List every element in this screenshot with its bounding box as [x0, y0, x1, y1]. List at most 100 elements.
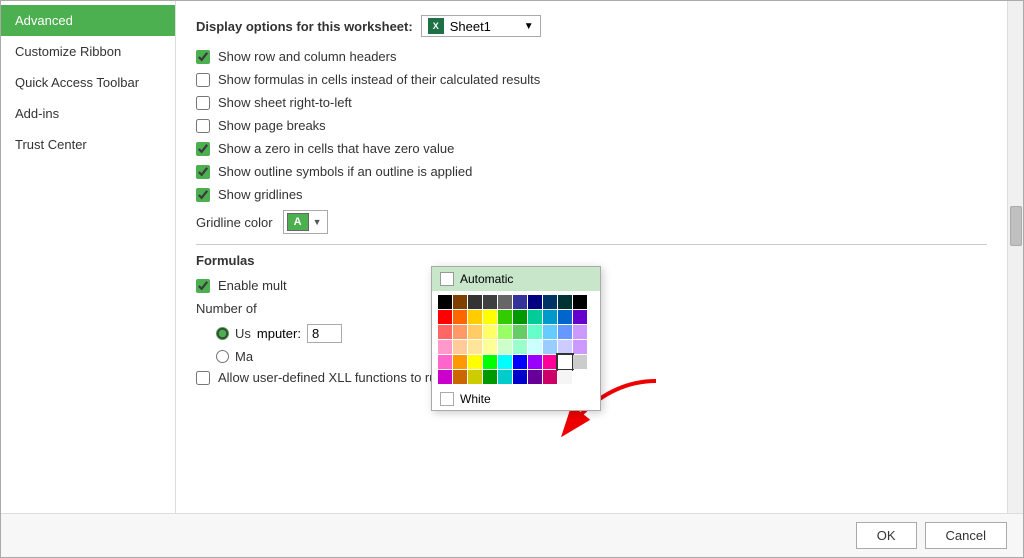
- gridline-color-picker-button[interactable]: A ▼: [283, 210, 328, 234]
- color-cell[interactable]: [483, 295, 497, 309]
- dialog-body: Advanced Customize Ribbon Quick Access T…: [1, 1, 1023, 513]
- label-page-breaks[interactable]: Show page breaks: [218, 118, 326, 133]
- color-cell[interactable]: [483, 355, 497, 369]
- label-zero-cells[interactable]: Show a zero in cells that have zero valu…: [218, 141, 454, 156]
- ok-button[interactable]: OK: [856, 522, 917, 549]
- color-cell[interactable]: [498, 355, 512, 369]
- color-cell[interactable]: [513, 355, 527, 369]
- checkbox-row-col-headers[interactable]: [196, 50, 210, 64]
- color-cell[interactable]: [453, 340, 467, 354]
- cancel-button[interactable]: Cancel: [925, 522, 1007, 549]
- checkbox-enable-multi[interactable]: [196, 279, 210, 293]
- color-picker-popup[interactable]: Automatic White: [431, 266, 601, 411]
- color-cell[interactable]: [483, 325, 497, 339]
- sheet-dropdown[interactable]: X Sheet1 ▼: [421, 15, 541, 37]
- color-cell[interactable]: [498, 295, 512, 309]
- color-cell[interactable]: [558, 340, 572, 354]
- color-cell[interactable]: [513, 370, 527, 384]
- automatic-swatch: [440, 272, 454, 286]
- color-cell[interactable]: [543, 310, 557, 324]
- color-cell[interactable]: [513, 325, 527, 339]
- color-cell[interactable]: [483, 370, 497, 384]
- color-cell[interactable]: [468, 340, 482, 354]
- computer-count-input[interactable]: [307, 324, 342, 343]
- label-manual: Ma: [235, 349, 253, 364]
- color-cell[interactable]: [453, 325, 467, 339]
- checkbox-formulas-cells[interactable]: [196, 73, 210, 87]
- label-gridlines[interactable]: Show gridlines: [218, 187, 303, 202]
- scrollbar[interactable]: [1007, 1, 1023, 513]
- color-cell[interactable]: [558, 295, 572, 309]
- color-cell[interactable]: [528, 370, 542, 384]
- color-cell[interactable]: [543, 325, 557, 339]
- label-row-col-headers[interactable]: Show row and column headers: [218, 49, 397, 64]
- color-cell[interactable]: [438, 325, 452, 339]
- color-cell[interactable]: [468, 325, 482, 339]
- color-cell[interactable]: [558, 310, 572, 324]
- color-cell[interactable]: [513, 295, 527, 309]
- automatic-color-row[interactable]: Automatic: [432, 267, 600, 291]
- color-cell[interactable]: [513, 310, 527, 324]
- color-cell[interactable]: [513, 340, 527, 354]
- color-cell[interactable]: [573, 325, 587, 339]
- color-cell[interactable]: [438, 295, 452, 309]
- color-cell[interactable]: [453, 370, 467, 384]
- color-cell[interactable]: [438, 310, 452, 324]
- color-cell[interactable]: [438, 340, 452, 354]
- sidebar-item-customize-ribbon[interactable]: Customize Ribbon: [1, 36, 175, 67]
- color-cell[interactable]: [453, 310, 467, 324]
- color-cell[interactable]: [483, 310, 497, 324]
- color-cell[interactable]: [573, 355, 587, 369]
- checkbox-zero-cells[interactable]: [196, 142, 210, 156]
- color-cell[interactable]: [528, 325, 542, 339]
- color-cell[interactable]: [528, 355, 542, 369]
- color-cell[interactable]: [573, 295, 587, 309]
- color-cell[interactable]: [558, 370, 572, 384]
- color-cell[interactable]: [453, 355, 467, 369]
- excel-options-dialog: Advanced Customize Ribbon Quick Access T…: [0, 0, 1024, 558]
- label-formulas-cells[interactable]: Show formulas in cells instead of their …: [218, 72, 540, 87]
- label-enable-multi: Enable mult: [218, 278, 287, 293]
- color-cell[interactable]: [438, 370, 452, 384]
- color-cell[interactable]: [468, 370, 482, 384]
- color-cell[interactable]: [543, 295, 557, 309]
- white-color-row[interactable]: White: [432, 388, 600, 410]
- color-cell[interactable]: [528, 295, 542, 309]
- color-cell[interactable]: [468, 355, 482, 369]
- radio-manual[interactable]: [216, 350, 229, 363]
- color-cell[interactable]: [543, 370, 557, 384]
- sidebar-item-quick-access-toolbar[interactable]: Quick Access Toolbar: [1, 67, 175, 98]
- sidebar-item-advanced[interactable]: Advanced: [1, 5, 175, 36]
- checkbox-allow-xll[interactable]: [196, 371, 210, 385]
- color-cell[interactable]: [498, 370, 512, 384]
- color-cell[interactable]: [573, 310, 587, 324]
- checkbox-outline-symbols[interactable]: [196, 165, 210, 179]
- color-cell[interactable]: [528, 310, 542, 324]
- color-dropdown-arrow-icon: ▼: [311, 217, 324, 227]
- label-outline-symbols[interactable]: Show outline symbols if an outline is ap…: [218, 164, 472, 179]
- color-cell[interactable]: [573, 340, 587, 354]
- radio-use-computer[interactable]: [216, 327, 229, 340]
- color-cell[interactable]: [543, 355, 557, 369]
- sidebar-item-trust-center[interactable]: Trust Center: [1, 129, 175, 160]
- label-right-to-left[interactable]: Show sheet right-to-left: [218, 95, 352, 110]
- color-cell[interactable]: [498, 340, 512, 354]
- checkbox-right-to-left[interactable]: [196, 96, 210, 110]
- scrollbar-thumb[interactable]: [1010, 206, 1022, 246]
- checkbox-gridlines[interactable]: [196, 188, 210, 202]
- color-cell[interactable]: [468, 295, 482, 309]
- color-cell[interactable]: [498, 310, 512, 324]
- sheet-icon: X: [428, 18, 444, 34]
- color-cell[interactable]: [558, 325, 572, 339]
- color-cell[interactable]: [468, 310, 482, 324]
- color-cell[interactable]: [573, 370, 587, 384]
- color-cell[interactable]: [453, 295, 467, 309]
- color-cell[interactable]: [498, 325, 512, 339]
- checkbox-page-breaks[interactable]: [196, 119, 210, 133]
- color-cell[interactable]: [483, 340, 497, 354]
- sidebar-item-add-ins[interactable]: Add-ins: [1, 98, 175, 129]
- color-cell[interactable]: [438, 355, 452, 369]
- color-cell[interactable]: [543, 340, 557, 354]
- color-cell[interactable]: [558, 355, 572, 369]
- color-cell[interactable]: [528, 340, 542, 354]
